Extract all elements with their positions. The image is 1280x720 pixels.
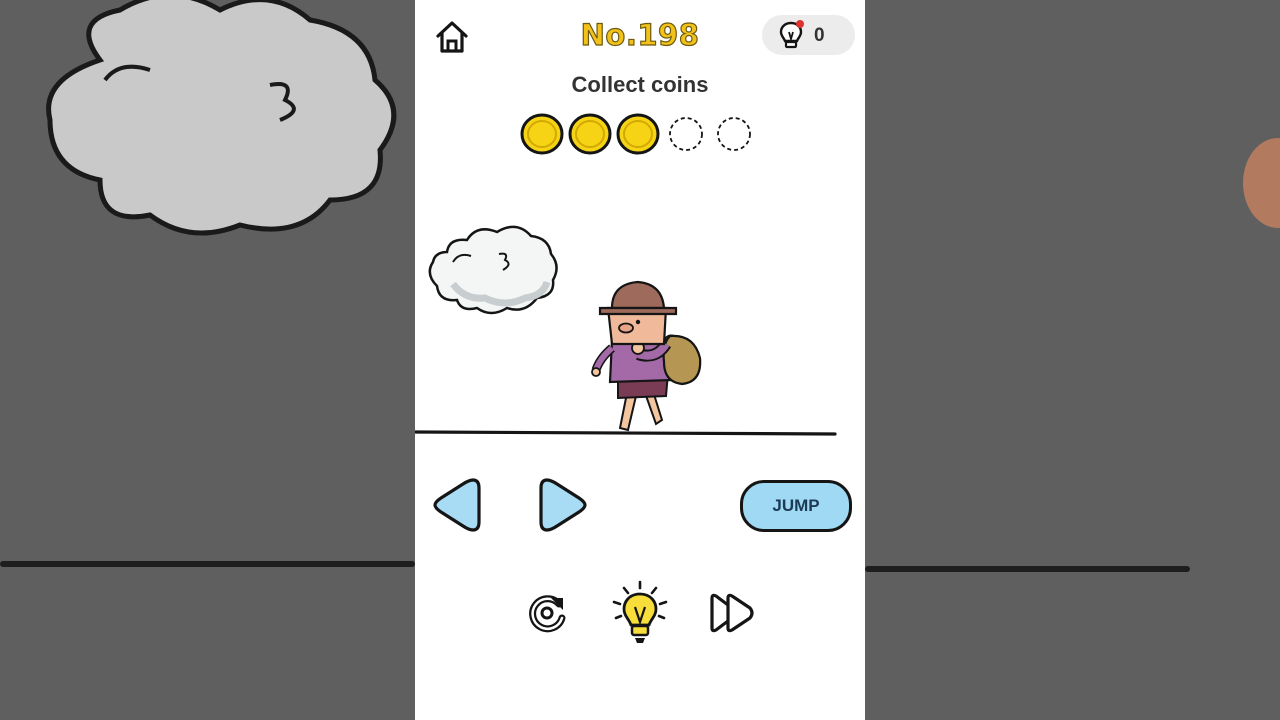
lightbulb-icon <box>779 20 804 49</box>
backdrop-ground <box>865 566 1190 572</box>
jump-button[interactable]: JUMP <box>740 480 852 532</box>
coin-empty-slot <box>717 117 751 151</box>
backdrop-ground <box>0 561 415 567</box>
ground-line <box>415 430 837 436</box>
player-character <box>591 280 702 432</box>
backdrop-cloud <box>46 0 397 236</box>
coin-progress <box>520 113 756 155</box>
backdrop-left <box>0 0 415 720</box>
objective-text: Collect coins <box>571 72 709 97</box>
cloud <box>428 225 558 315</box>
move-left-button[interactable] <box>433 476 481 534</box>
move-right-button[interactable] <box>539 476 587 534</box>
hint-counter-button[interactable]: 0 <box>762 15 855 55</box>
hint-button[interactable] <box>610 580 670 648</box>
lightbulb-icon <box>612 580 668 643</box>
restart-icon <box>529 595 566 633</box>
coin-collected-icon <box>520 113 564 155</box>
right-arrow-icon <box>539 478 587 532</box>
backdrop-blob <box>1243 138 1280 228</box>
skip-level-button[interactable] <box>708 592 756 634</box>
jump-label: JUMP <box>772 496 820 515</box>
restart-button[interactable] <box>525 590 571 636</box>
backdrop-right <box>865 0 1280 720</box>
coin-collected-icon <box>568 113 612 155</box>
fast-forward-icon <box>710 593 754 633</box>
left-arrow-icon <box>433 478 481 532</box>
game-screen: No.198 0 Collect coins JUMP <box>415 0 865 720</box>
coin-collected-icon <box>616 113 660 155</box>
hint-count: 0 <box>814 25 825 46</box>
coin-empty-slot <box>669 117 703 151</box>
